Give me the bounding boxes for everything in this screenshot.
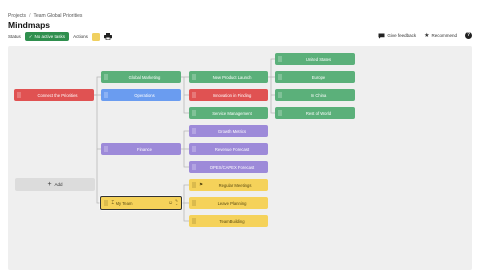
node-service-management-label: Service Management <box>212 110 252 116</box>
node-regular-meetings[interactable]: ⚑ Regular Meetings <box>189 179 268 191</box>
drag-handle-icon[interactable] <box>104 200 108 206</box>
node-united-states-label: United States <box>305 56 332 62</box>
drag-handle-icon[interactable] <box>192 200 196 206</box>
drag-handle-icon[interactable] <box>104 146 108 152</box>
node-my-team-label: My Team <box>115 200 133 206</box>
flag-icon: ⚑ <box>199 182 204 187</box>
breadcrumb-team-priorities[interactable]: Team Global Priorities <box>33 13 82 19</box>
node-europe[interactable]: Europe <box>275 71 355 83</box>
node-operations[interactable]: Operations <box>101 89 181 101</box>
actions-label: Actions <box>73 34 88 39</box>
node-my-team[interactable]: 𝙸 My Team ☺ ✎ ⌄ <box>100 196 182 210</box>
drag-handle-icon[interactable] <box>278 110 282 116</box>
node-root-label: Connect the Priorities <box>37 92 78 98</box>
drag-handle-icon[interactable] <box>192 164 196 170</box>
help-icon[interactable]: ? <box>465 32 472 39</box>
node-new-product-launch-label: New Product Launch <box>212 74 252 80</box>
breadcrumb-separator: / <box>29 13 31 19</box>
recommend-label: Recommend <box>431 33 457 38</box>
drag-handle-icon[interactable] <box>104 92 108 98</box>
node-growth-metrics-label: Growth Metrics <box>217 128 247 134</box>
node-innovation-in-finding[interactable]: Innovation in Finding <box>189 89 268 101</box>
node-united-states[interactable]: United States <box>275 53 355 65</box>
node-teambuilding[interactable]: TeamBuilding <box>189 215 268 227</box>
give-feedback-label: Give feedback <box>387 33 417 38</box>
node-regular-meetings-label: Regular Meetings <box>218 182 252 188</box>
node-teambuilding-label: TeamBuilding <box>219 218 245 224</box>
node-order-controls: ✎ ⌄ <box>175 199 178 207</box>
drag-handle-icon[interactable] <box>278 92 282 98</box>
recommend-button[interactable]: ★ Recommend <box>424 32 457 39</box>
node-revenue-forecast[interactable]: Revenue Forecast <box>189 143 268 155</box>
drag-handle-icon[interactable] <box>192 218 196 224</box>
node-operations-label: Operations <box>134 92 155 98</box>
status-value: No active tasks <box>34 34 66 39</box>
drag-handle-icon[interactable] <box>278 56 282 62</box>
add-node-label: Add <box>54 182 63 187</box>
node-europe-label: Europe <box>311 74 326 80</box>
status-label: Status <box>8 34 21 39</box>
breadcrumb: Projects / Team Global Priorities <box>8 13 82 19</box>
drag-handle-icon[interactable] <box>17 92 21 98</box>
drag-handle-icon[interactable] <box>192 182 196 188</box>
node-innovation-in-finding-label: Innovation in Finding <box>212 92 252 98</box>
drag-handle-icon[interactable] <box>192 128 196 134</box>
node-opex-capex-forecast[interactable]: OPEX/CAPEX Forecast <box>189 161 268 173</box>
check-icon: ✓ <box>28 33 33 39</box>
chevron-down-icon[interactable]: ⌄ <box>175 202 178 207</box>
node-growth-metrics[interactable]: Growth Metrics <box>189 125 268 137</box>
node-actions: ☺ <box>168 200 173 206</box>
node-root[interactable]: Connect the Priorities <box>14 89 94 101</box>
node-opex-capex-forecast-label: OPEX/CAPEX Forecast <box>209 164 255 170</box>
node-new-product-launch[interactable]: New Product Launch <box>189 71 268 83</box>
star-icon: ★ <box>424 33 430 39</box>
text-cursor-icon: 𝙸 <box>111 200 115 206</box>
toolbar: Status ✓ No active tasks Actions <box>8 32 112 41</box>
node-global-marketing-label: Global Marketing <box>128 74 161 80</box>
feedback-icon <box>378 33 385 39</box>
smile-icon[interactable]: ☺ <box>168 200 173 206</box>
add-node-button[interactable]: + Add <box>15 178 95 191</box>
node-finance[interactable]: Finance <box>101 143 181 155</box>
node-leave-planning-label: Leave Planning <box>217 200 247 206</box>
node-rest-of-world[interactable]: Rest of World <box>275 107 355 119</box>
node-in-china[interactable]: In China <box>275 89 355 101</box>
page-title: Mindmaps <box>8 20 51 30</box>
node-service-management[interactable]: Service Management <box>189 107 268 119</box>
drag-handle-icon[interactable] <box>192 74 196 80</box>
color-picker-button[interactable] <box>91 32 100 41</box>
drag-handle-icon[interactable] <box>278 74 282 80</box>
give-feedback-button[interactable]: Give feedback <box>378 33 416 39</box>
printer-icon[interactable] <box>103 33 112 40</box>
drag-handle-icon[interactable] <box>104 74 108 80</box>
node-finance-label: Finance <box>137 146 152 152</box>
drag-handle-icon[interactable] <box>192 146 196 152</box>
drag-handle-icon[interactable] <box>192 92 196 98</box>
node-in-china-label: In China <box>310 92 327 98</box>
node-revenue-forecast-label: Revenue Forecast <box>214 146 250 152</box>
status-badge[interactable]: ✓ No active tasks <box>24 32 70 41</box>
node-global-marketing[interactable]: Global Marketing <box>101 71 181 83</box>
drag-handle-icon[interactable] <box>192 110 196 116</box>
node-rest-of-world-label: Rest of World <box>305 110 332 116</box>
breadcrumb-projects[interactable]: Projects <box>8 13 26 19</box>
node-leave-planning[interactable]: Leave Planning <box>189 197 268 209</box>
header-actions: Give feedback ★ Recommend ? <box>378 32 472 39</box>
plus-icon: + <box>47 181 52 188</box>
